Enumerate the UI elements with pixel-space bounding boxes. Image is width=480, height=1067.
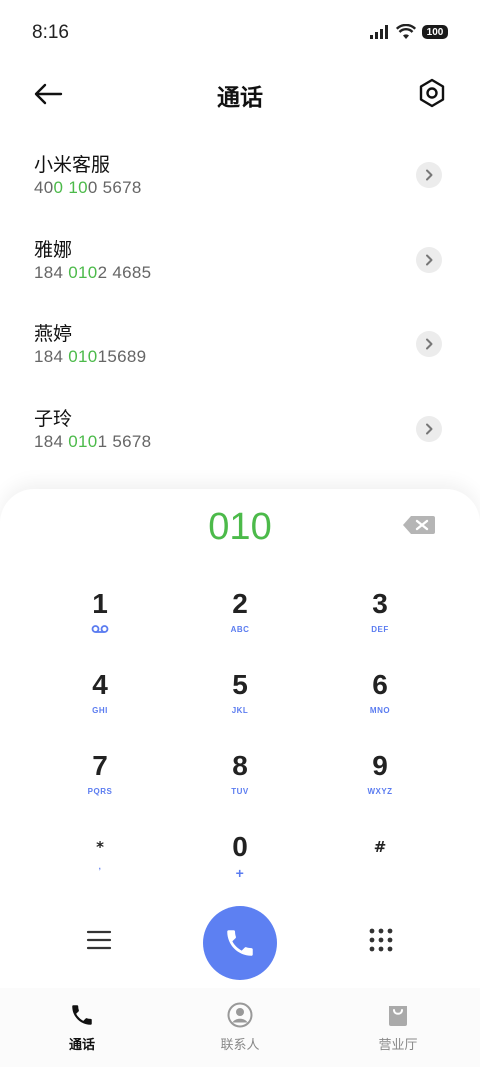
- voicemail-icon: [40, 624, 160, 638]
- key-digit: 5: [232, 669, 248, 700]
- nav-tab-store[interactable]: 营业厅: [338, 1000, 458, 1053]
- nav-tab-calls[interactable]: 通话: [22, 1000, 142, 1053]
- status-icons: 100: [370, 24, 448, 40]
- contact-detail-button[interactable]: [416, 246, 442, 273]
- menu-button[interactable]: [80, 920, 118, 960]
- key-letters: +: [235, 865, 245, 881]
- status-bar: 8:16 100: [0, 0, 480, 66]
- key-9[interactable]: 9 WXYZ: [320, 746, 440, 818]
- contact-number: 184 01015689: [34, 347, 147, 366]
- chevron-right-icon: [426, 338, 433, 350]
- key-letters: MNO: [369, 706, 391, 715]
- key-6[interactable]: 6 MNO: [320, 665, 440, 737]
- contact-results-list: 小米客服 400 100 5678 雅娜 184 0102 4685 燕婷 18…: [0, 130, 480, 468]
- key-digit: 3: [372, 588, 388, 619]
- chevron-right-icon: [426, 423, 433, 434]
- key-7[interactable]: 7 PQRS: [40, 746, 160, 818]
- key-digit: 0: [232, 831, 248, 862]
- key-0[interactable]: 0 +: [180, 827, 300, 899]
- dialpad-toggle-button[interactable]: [362, 920, 400, 960]
- contact-item[interactable]: 雅娜 184 0102 4685: [0, 215, 480, 300]
- hamburger-menu-icon: [86, 930, 112, 950]
- bottom-nav: 通话 联系人 营业厅: [0, 988, 480, 1067]
- store-bag-icon: [338, 1000, 458, 1030]
- key-letters: GHI: [92, 706, 108, 715]
- key-4[interactable]: 4 GHI: [40, 665, 160, 737]
- key-star[interactable]: * ,: [40, 827, 160, 899]
- battery-icon: 100: [422, 25, 448, 39]
- key-digit: 1: [92, 588, 108, 619]
- status-time: 8:16: [32, 22, 69, 43]
- key-letters: ,: [98, 862, 102, 871]
- dialpad-grid-icon: [369, 928, 393, 952]
- signal-icon: [370, 25, 388, 39]
- contact-name: 子玲: [34, 407, 73, 430]
- contact-number: 184 0102 4685: [34, 262, 152, 282]
- key-2[interactable]: 2 ABC: [180, 584, 300, 656]
- key-letters: DEF: [371, 625, 389, 634]
- nav-label: 联系人: [220, 1038, 260, 1053]
- phone-icon: [22, 1000, 142, 1030]
- key-digit: 7: [92, 750, 108, 781]
- phone-icon: [227, 930, 253, 956]
- settings-button[interactable]: [416, 76, 448, 110]
- call-button[interactable]: [203, 906, 277, 980]
- key-digit: 9: [372, 750, 388, 781]
- key-8[interactable]: 8 TUV: [180, 746, 300, 818]
- header: 通话: [0, 66, 480, 122]
- contact-number: 400 100 5678: [34, 178, 142, 197]
- chevron-right-icon: [426, 169, 433, 181]
- contact-name: 燕婷: [34, 323, 73, 345]
- delete-button[interactable]: [402, 514, 436, 536]
- contact-name: 小米客服: [34, 154, 111, 176]
- key-letters: WXYZ: [367, 787, 393, 796]
- key-digit: #: [373, 838, 387, 856]
- contact-detail-button[interactable]: [416, 415, 442, 442]
- key-letters: PQRS: [87, 787, 113, 796]
- page-title: 通话: [217, 85, 263, 111]
- key-hash[interactable]: #: [320, 827, 440, 899]
- backspace-icon: [403, 516, 435, 534]
- key-letters: JKL: [231, 706, 249, 715]
- contact-item[interactable]: 子玲 184 0101 5678: [0, 384, 480, 469]
- key-digit: 2: [232, 588, 248, 619]
- key-digit: 4: [92, 669, 108, 700]
- key-digit: 8: [232, 750, 248, 781]
- key-letters: ABC: [230, 625, 250, 634]
- key-5[interactable]: 5 JKL: [180, 665, 300, 737]
- contact-name: 雅娜: [34, 238, 73, 261]
- key-3[interactable]: 3 DEF: [320, 584, 440, 656]
- settings-hexagon-icon: [419, 78, 445, 108]
- key-digit: 6: [372, 669, 388, 700]
- key-letters: TUV: [231, 787, 249, 796]
- key-1[interactable]: 1: [40, 584, 160, 656]
- chevron-right-icon: [426, 254, 433, 265]
- contact-item[interactable]: 小米客服 400 100 5678: [0, 130, 480, 215]
- contact-icon: [180, 1000, 300, 1030]
- contact-detail-button[interactable]: [416, 162, 442, 188]
- contact-item[interactable]: 燕婷 184 01015689: [0, 299, 480, 384]
- nav-tab-contacts[interactable]: 联系人: [180, 1000, 300, 1053]
- wifi-icon: [396, 24, 416, 39]
- contact-number: 184 0101 5678: [34, 431, 152, 451]
- key-digit: *: [96, 838, 104, 856]
- nav-label: 通话: [68, 1038, 95, 1053]
- contact-detail-button[interactable]: [416, 331, 442, 357]
- nav-label: 营业厅: [378, 1038, 418, 1053]
